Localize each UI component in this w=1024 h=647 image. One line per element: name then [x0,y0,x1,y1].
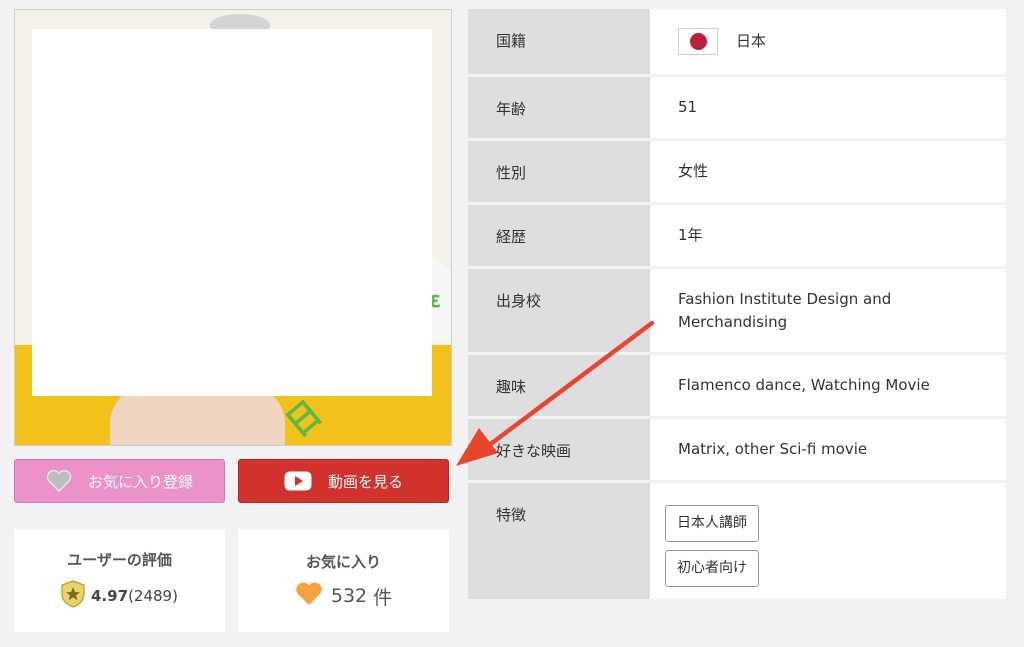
japan-flag-icon [678,28,718,55]
age-value: 51 [650,77,1006,138]
row-gender: 性別 女性 [468,141,1006,202]
school-value: Fashion Institute Design and Merchandisi… [650,269,1006,352]
experience-value: 1年 [650,205,1006,266]
row-nationality: 国籍 日本 [468,9,1006,74]
hobbies-value: Flamenco dance, Watching Movie [650,355,1006,416]
rating-title: ユーザーの評価 [67,551,172,569]
teacher-photo: ε 日 [14,9,452,446]
add-favorite-label: お気に入り登録 [87,472,193,491]
age-label: 年齢 [468,77,650,138]
watch-video-label: 動画を見る [327,472,403,491]
gender-label: 性別 [468,141,650,202]
row-hobbies: 趣味 Flamenco dance, Watching Movie [468,355,1006,416]
favorite-movies-label: 好きな映画 [468,419,650,480]
gender-value: 女性 [650,141,1006,202]
nationality-value: 日本 [736,32,767,50]
nationality-label: 国籍 [468,9,650,74]
add-favorite-button[interactable]: お気に入り登録 [14,459,225,503]
heart-outline-icon [46,470,72,492]
favorites-card: お気に入り 532 件 [238,529,449,632]
row-favorite-movies: 好きな映画 Matrix, other Sci-fi movie [468,419,1006,480]
favorite-movies-value: Matrix, other Sci-fi movie [650,419,1006,480]
row-features: 特徴 日本人講師 初心者向け [468,483,1006,599]
favorites-title: お気に入り [305,553,381,571]
favorites-count: 532 [330,585,368,607]
experience-label: 経歴 [468,205,650,266]
photo-cover [32,29,432,396]
play-icon [284,471,312,491]
school-label: 出身校 [468,269,650,352]
row-experience: 経歴 1年 [468,205,1006,266]
nationality-value-cell: 日本 [650,9,1006,74]
rating-card: ユーザーの評価 4.97 (2489) [14,529,225,632]
row-age: 年齢 51 [468,77,1006,138]
profile-table: 国籍 日本 年齢 51 性別 女性 経歴 1年 出身校 Fashion Inst… [468,9,1006,602]
watch-video-button[interactable]: 動画を見る [238,459,449,503]
features-tags: 日本人講師 初心者向け [650,483,1006,599]
rating-count: (2489) [128,587,178,605]
feature-tag[interactable]: 初心者向け [665,550,759,587]
favorites-unit: 件 [373,586,393,609]
row-school: 出身校 Fashion Institute Design and Merchan… [468,269,1006,352]
feature-tag[interactable]: 日本人講師 [665,505,759,542]
hobbies-label: 趣味 [468,355,650,416]
rating-score: 4.97 [91,587,129,605]
features-label: 特徴 [468,483,650,599]
heart-icon [295,582,323,610]
star-shield-icon [61,580,85,612]
